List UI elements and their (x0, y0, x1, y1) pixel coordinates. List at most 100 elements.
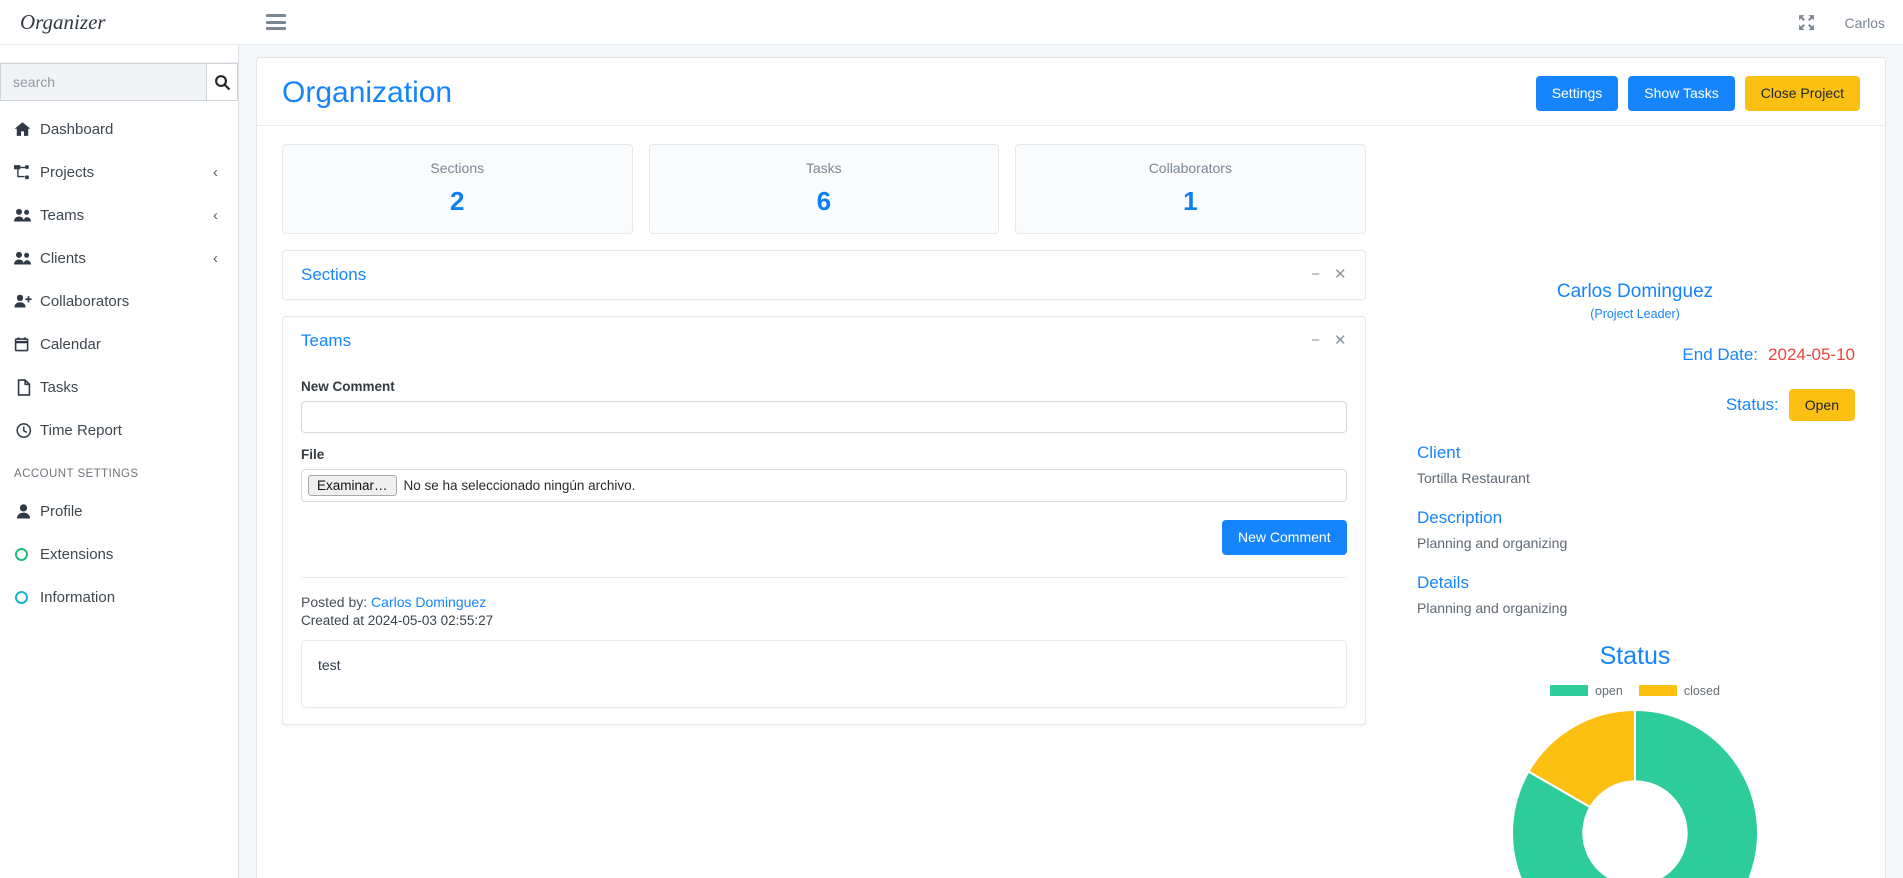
calendar-icon (14, 336, 40, 353)
hamburger-bar (266, 14, 286, 17)
description-heading: Description (1417, 507, 1503, 527)
search-button[interactable] (206, 63, 238, 101)
top-bar: Organizer Carlos (0, 0, 1903, 45)
stats-row: Sections 2 Tasks 6 Collaborators 1 (257, 126, 1391, 234)
sidebar-item-profile[interactable]: Profile (0, 490, 238, 533)
home-icon (14, 121, 40, 138)
stat-card-sections[interactable]: Sections 2 (282, 143, 633, 234)
details-block: Details Planning and organizing (1415, 573, 1855, 616)
stat-card-collaborators[interactable]: Collaborators 1 (1015, 143, 1366, 234)
posted-by-label: Posted by: (301, 593, 368, 610)
page-title: Organization (282, 76, 453, 110)
client-value: Tortilla Restaurant (1417, 469, 1530, 486)
legend-label: open (1595, 683, 1623, 698)
post-author-link[interactable]: Carlos Dominguez (371, 594, 486, 610)
minimize-icon[interactable]: − (1311, 267, 1320, 282)
status-badge[interactable]: Open (1788, 388, 1855, 421)
user-icon (14, 503, 40, 520)
panel-body: New Comment File Examinar… No se ha sele… (283, 379, 1365, 724)
description-value: Planning and organizing (1417, 534, 1568, 551)
sidebar-item-collaborators[interactable]: Collaborators (0, 280, 238, 323)
end-date-value: 2024-05-10 (1768, 344, 1855, 364)
page-header: Organization Settings Show Tasks Close P… (257, 58, 1885, 126)
sidebar-item-clients[interactable]: Clients ‹ (0, 237, 238, 280)
sidebar-label: Clients (40, 250, 86, 267)
project-detail-card: Organization Settings Show Tasks Close P… (256, 57, 1886, 878)
legend-swatch (1638, 685, 1677, 697)
details-heading: Details (1417, 572, 1469, 592)
minimize-icon[interactable]: − (1311, 333, 1320, 348)
search-input[interactable] (0, 63, 206, 101)
expand-arrows-icon[interactable] (1798, 14, 1815, 31)
end-date-row: End Date: 2024-05-10 (1415, 345, 1855, 365)
client-heading: Client (1417, 442, 1461, 462)
panel-title: Teams (301, 330, 352, 350)
file-label: File (301, 446, 325, 462)
settings-button[interactable]: Settings (1535, 76, 1619, 111)
file-input[interactable]: Examinar… No se ha seleccionado ningún a… (301, 468, 1347, 502)
project-diagram-icon (14, 164, 40, 181)
top-bar-right: Carlos (1798, 0, 1885, 45)
close-icon[interactable]: ✕ (1334, 267, 1347, 282)
project-info-sidebar: Carlos Dominguez (Project Leader) End Da… (1415, 138, 1885, 878)
main-area: Organization Settings Show Tasks Close P… (239, 45, 1903, 878)
project-leader-name[interactable]: Carlos Dominguez (1415, 281, 1855, 303)
file-icon (14, 379, 40, 396)
circle-icon (14, 591, 40, 604)
sidebar-item-dashboard[interactable]: Dashboard (0, 108, 238, 151)
sidebar-item-extensions[interactable]: Extensions (0, 533, 238, 576)
new-comment-input[interactable] (301, 400, 1347, 433)
clock-icon (14, 422, 40, 439)
panel-teams: Teams − ✕ New Comment File Examinar… No … (282, 315, 1366, 725)
panel-tools: − ✕ (1311, 267, 1346, 282)
current-user-label[interactable]: Carlos (1845, 15, 1885, 31)
project-leader-role: (Project Leader) (1590, 306, 1680, 321)
browse-button[interactable]: Examinar… (308, 474, 397, 496)
legend-label: closed (1683, 683, 1720, 698)
stat-card-tasks[interactable]: Tasks 6 (648, 143, 1000, 234)
end-date-label: End Date: (1682, 344, 1759, 364)
submit-comment-button[interactable]: New Comment (1222, 519, 1347, 555)
legend-item-open[interactable]: open (1550, 684, 1623, 698)
panel-header: Teams − ✕ (283, 317, 1365, 365)
show-tasks-button[interactable]: Show Tasks (1628, 76, 1735, 111)
panel-header: Sections − ✕ (283, 251, 1365, 299)
panel-tools: − ✕ (1311, 333, 1346, 348)
stat-value: 2 (450, 185, 465, 216)
sidebar-item-time-report[interactable]: Time Report (0, 409, 238, 452)
stat-value: 1 (1183, 185, 1198, 216)
hamburger-bar (266, 20, 286, 24)
chevron-left-icon: ‹ (213, 207, 218, 224)
sidebar-label: Dashboard (40, 121, 114, 138)
sidebar-label: Extensions (40, 546, 114, 563)
sidebar-label: Collaborators (40, 293, 130, 310)
circle-shape (15, 591, 28, 604)
circle-icon (14, 548, 40, 561)
sidebar-label: Time Report (40, 422, 122, 439)
chart-legend: open closed (1415, 684, 1855, 698)
sidebar-label: Teams (40, 207, 85, 224)
users-icon (14, 207, 40, 224)
close-project-button[interactable]: Close Project (1744, 76, 1860, 111)
stat-label: Tasks (805, 159, 842, 176)
sidebar-item-tasks[interactable]: Tasks (0, 366, 238, 409)
page-actions: Settings Show Tasks Close Project (1535, 76, 1860, 111)
legend-item-closed[interactable]: closed (1638, 683, 1720, 698)
sidebar-nav: Dashboard Projects ‹ Teams ‹ Clients ‹ C… (0, 108, 238, 619)
close-icon[interactable]: ✕ (1334, 333, 1347, 348)
stat-label: Collaborators (1148, 159, 1232, 176)
panel-sections: Sections − ✕ (282, 249, 1366, 300)
sidebar-item-projects[interactable]: Projects ‹ (0, 151, 238, 194)
status-label: Status: (1725, 394, 1779, 414)
sidebar-label: Projects (40, 164, 95, 181)
post-meta: Posted by: Carlos Dominguez Created at 2… (301, 578, 1347, 628)
chevron-left-icon: ‹ (213, 250, 218, 267)
user-plus-icon (14, 293, 40, 310)
users-icon (14, 250, 40, 267)
sidebar-section-title: ACCOUNT SETTINGS (14, 468, 139, 480)
left-sidebar: Dashboard Projects ‹ (0, 45, 239, 878)
sidebar-item-teams[interactable]: Teams ‹ (0, 194, 238, 237)
hamburger-menu-icon[interactable] (266, 12, 288, 32)
sidebar-item-calendar[interactable]: Calendar (0, 323, 238, 366)
sidebar-item-information[interactable]: Information (0, 576, 238, 619)
